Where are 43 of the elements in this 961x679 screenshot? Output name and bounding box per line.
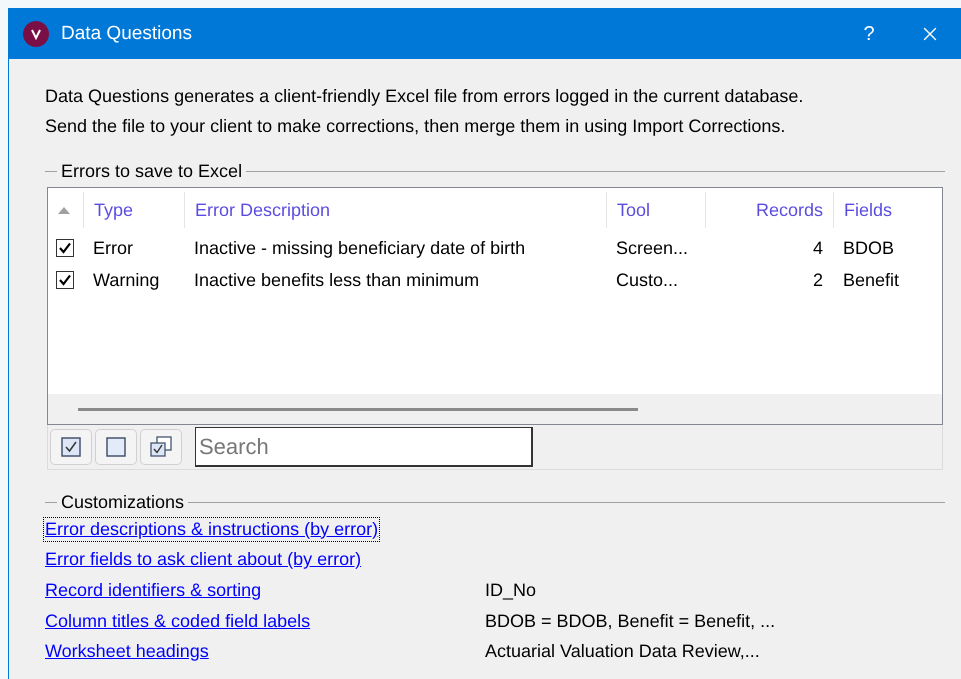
sort-up-icon[interactable] [58, 206, 70, 214]
table-cell-text: Error [92, 238, 134, 258]
column-header[interactable]: Records [705, 192, 833, 228]
table-cell-text: Benefit [842, 270, 900, 290]
column-header[interactable]: Error Description [184, 192, 606, 228]
row-checkbox[interactable] [56, 239, 74, 257]
table-cell-text: Warning [92, 270, 160, 290]
check-icon [59, 242, 71, 254]
row-checkbox[interactable] [56, 271, 74, 289]
empty-box-icon [106, 437, 126, 457]
customization-link[interactable]: Column titles & coded field labels [44, 610, 312, 633]
customization-value: BDOB = BDOB, Benefit = Benefit, ... [485, 610, 776, 632]
stacked-checkboxes-icon [149, 436, 173, 458]
window-title: Data Questions [61, 23, 193, 45]
table-cell-text: Custo... [615, 270, 680, 290]
customization-link[interactable]: Record identifiers & sorting [44, 578, 262, 602]
table-cell-text: Inactive - missing beneficiary date of birth [193, 238, 526, 258]
table-cell-text: 2 [812, 270, 824, 290]
horizontal-scrollbar[interactable] [48, 394, 942, 424]
checked-box-icon [61, 437, 81, 457]
uncheck-all-button[interactable] [95, 429, 137, 465]
group-title: Customizations [60, 491, 186, 514]
help-button[interactable]: ? [839, 14, 899, 54]
table-cell-text: Inactive benefits less than minimum [193, 270, 480, 290]
column-header[interactable]: Tool [606, 192, 705, 228]
check-all-button[interactable] [50, 429, 92, 465]
customization-value: ID_No [485, 580, 538, 601]
description-text: Data Questions generates a client-friendly Excel file from errors logged in the current database. [45, 85, 804, 108]
customization-link[interactable]: Worksheet headings [44, 640, 210, 664]
customization-link[interactable]: Error descriptions & instructions (by error) [44, 518, 380, 541]
customization-link[interactable]: Error fields to ask client about (by error) [44, 548, 362, 572]
table-cell-text: BDOB [842, 238, 896, 258]
customization-value: Actuarial Valuation Data Review,... [485, 641, 761, 662]
check-icon [59, 274, 71, 286]
check-selected-button[interactable] [140, 429, 182, 465]
column-header[interactable]: Fields [833, 192, 942, 228]
column-header[interactable]: Type [83, 192, 184, 228]
search-field[interactable]: Search [195, 427, 533, 467]
description-text: Send the file to your client to make corrections, then merge them in using Import Corrections. [45, 115, 786, 138]
group-title: Errors to save to Excel [60, 160, 244, 183]
table-cell-text: Screen... [615, 238, 690, 258]
app-logo-icon [23, 21, 49, 47]
table-cell-text: 4 [812, 238, 824, 258]
